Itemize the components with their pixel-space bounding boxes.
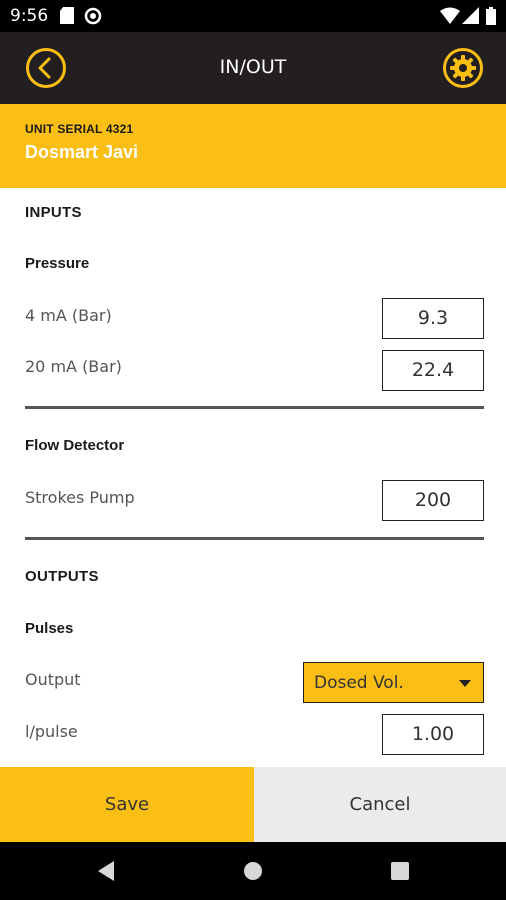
pressure-20ma-label: 20 mA (Bar) bbox=[25, 357, 122, 376]
system-nav-bar bbox=[0, 842, 506, 900]
action-bar: Save Cancel bbox=[0, 767, 506, 842]
pressure-20ma-input[interactable]: 22.4 bbox=[382, 350, 484, 391]
status-bar: 9:56 bbox=[0, 0, 506, 32]
flow-detector-title: Flow Detector bbox=[25, 437, 125, 454]
sd-card-icon bbox=[60, 7, 74, 29]
unit-header: UNIT SERIAL 4321 Dosmart Javi bbox=[0, 104, 506, 188]
strokes-pump-input[interactable]: 200 bbox=[382, 480, 484, 521]
output-select[interactable]: Dosed Vol. bbox=[303, 662, 484, 703]
battery-icon bbox=[486, 7, 496, 30]
outputs-section-title: OUTPUTS bbox=[25, 568, 99, 585]
app-bar: IN/OUT bbox=[0, 32, 506, 104]
dropdown-caret-icon bbox=[459, 680, 471, 687]
home-circle-icon bbox=[244, 862, 262, 880]
back-triangle-icon bbox=[98, 861, 114, 881]
lpulse-label: l/pulse bbox=[25, 722, 78, 741]
inputs-section-title: INPUTS bbox=[25, 204, 82, 221]
lpulse-input[interactable]: 1.00 bbox=[382, 714, 484, 755]
sync-icon bbox=[84, 7, 102, 30]
settings-button[interactable] bbox=[441, 46, 485, 90]
nav-back-button[interactable] bbox=[96, 860, 116, 887]
pressure-4ma-input[interactable]: 9.3 bbox=[382, 298, 484, 339]
divider bbox=[25, 406, 484, 409]
page-title: IN/OUT bbox=[219, 56, 287, 78]
output-label: Output bbox=[25, 670, 81, 689]
gear-icon bbox=[443, 48, 483, 88]
save-button[interactable]: Save bbox=[0, 767, 254, 842]
nav-home-button[interactable] bbox=[243, 860, 263, 887]
strokes-pump-label: Strokes Pump bbox=[25, 488, 135, 507]
cancel-button[interactable]: Cancel bbox=[254, 767, 506, 842]
unit-serial: UNIT SERIAL 4321 bbox=[25, 122, 134, 136]
nav-recents-button[interactable] bbox=[390, 860, 410, 887]
signal-icon bbox=[462, 7, 479, 29]
pulses-title: Pulses bbox=[25, 620, 74, 637]
recents-square-icon bbox=[391, 862, 409, 880]
wifi-icon bbox=[440, 7, 460, 29]
status-time: 9:56 bbox=[10, 6, 49, 26]
divider bbox=[25, 537, 484, 540]
pressure-4ma-label: 4 mA (Bar) bbox=[25, 306, 112, 325]
output-select-value: Dosed Vol. bbox=[314, 673, 404, 693]
unit-name: Dosmart Javi bbox=[25, 142, 139, 162]
pressure-title: Pressure bbox=[25, 255, 90, 272]
